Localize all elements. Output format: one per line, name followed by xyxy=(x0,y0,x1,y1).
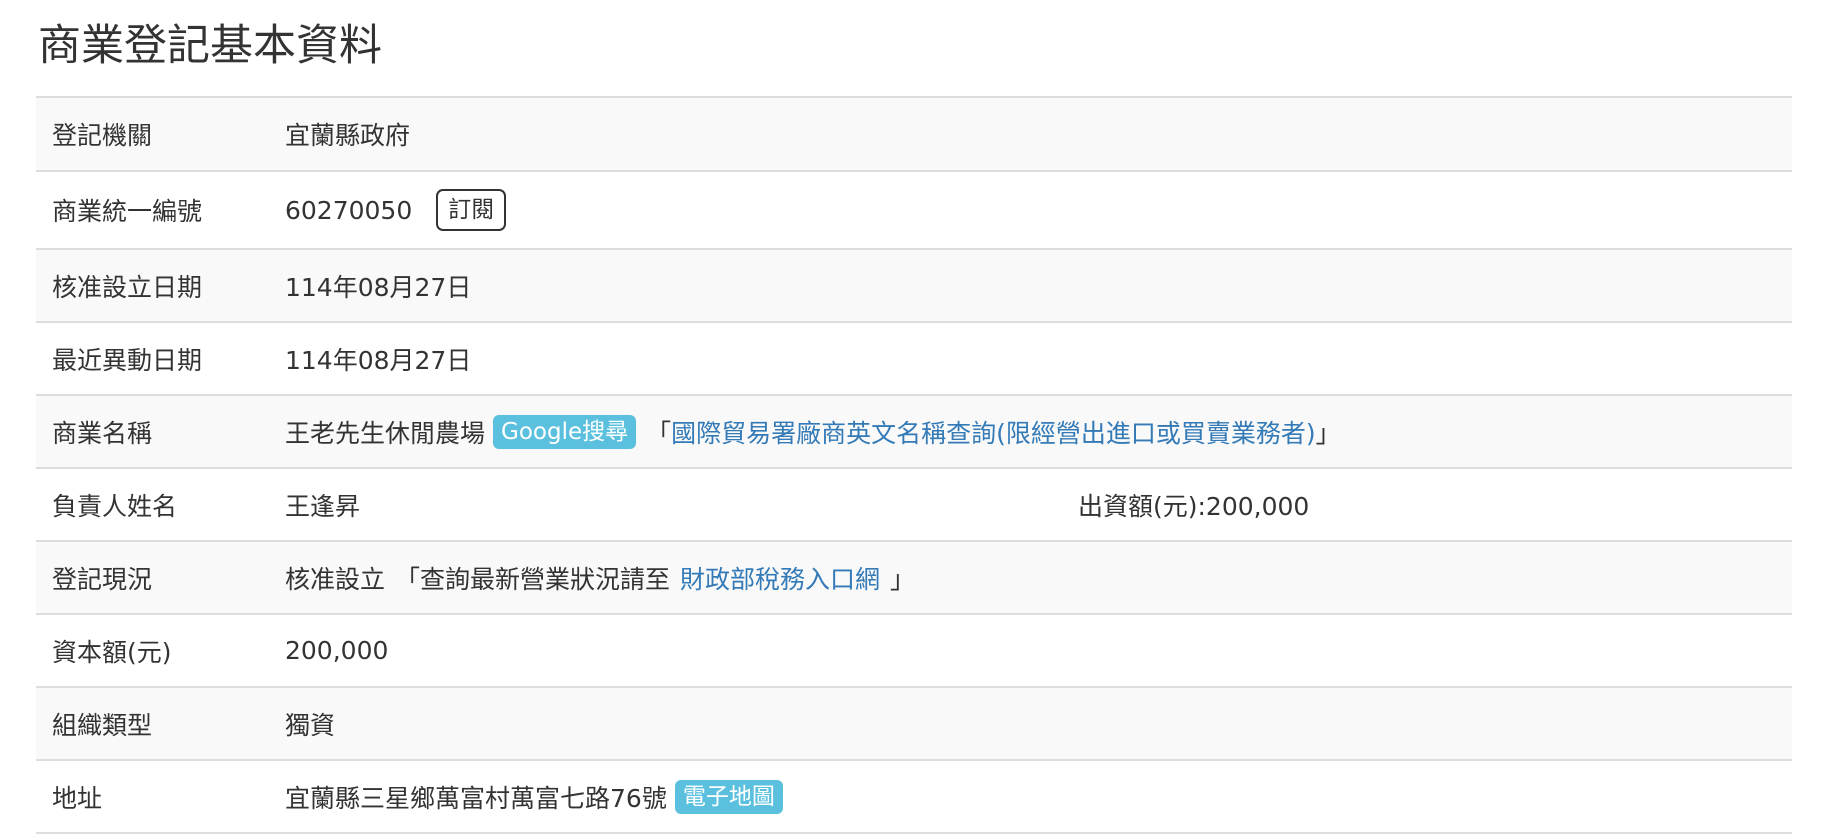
status-note-suffix: 」 xyxy=(890,564,916,594)
row-value: 獨資 xyxy=(285,706,1792,742)
row-value: 宜蘭縣政府 xyxy=(285,116,1792,152)
row-value: 60270050 訂閱 xyxy=(285,189,1792,231)
row-business-name: 商業名稱 王老先生休閒農場 Google搜尋 「 國際貿易署廠商英文名稱查詢(限… xyxy=(36,396,1792,469)
row-label: 資本額(元) xyxy=(52,637,172,667)
business-name-value: 王老先生休閒農場 xyxy=(285,418,486,448)
row-value: 宜蘭縣三星鄉萬富村萬富七路76號 電子地圖 xyxy=(285,779,1792,815)
owner-name-value: 王逢昇 xyxy=(285,491,361,521)
row-label: 負責人姓名 xyxy=(52,491,178,521)
row-label: 核准設立日期 xyxy=(52,272,203,302)
address-value: 宜蘭縣三星鄉萬富村萬富七路76號 xyxy=(285,783,667,813)
row-authority: 登記機關 宜蘭縣政府 xyxy=(36,98,1792,172)
ubn-value: 60270050 xyxy=(285,195,413,225)
bracket-open: 「 xyxy=(646,418,672,448)
row-label: 登記機關 xyxy=(52,121,153,150)
row-owner: 負責人姓名 王逢昇 出資額(元):200,000 xyxy=(36,469,1792,542)
google-search-button[interactable]: Google搜尋 xyxy=(493,414,637,449)
row-value: 王老先生休閒農場 Google搜尋 「 國際貿易署廠商英文名稱查詢(限經營出進口… xyxy=(285,414,1792,450)
bracket-close: 」 xyxy=(1315,418,1341,448)
row-ubn: 商業統一編號 60270050 訂閱 xyxy=(36,172,1792,250)
changed-date-value: 114年08月27日 xyxy=(285,345,472,375)
row-label: 登記現況 xyxy=(52,564,153,594)
row-changed-date: 最近異動日期 114年08月27日 xyxy=(36,323,1792,396)
row-status: 登記現況 核准設立 「查詢最新營業狀況請至 財政部稅務入口網 」 xyxy=(36,542,1792,615)
status-note-prefix: 「查詢最新營業狀況請至 xyxy=(395,564,671,594)
row-value: 114年08月27日 xyxy=(285,268,1792,304)
authority-value: 宜蘭縣政府 xyxy=(285,121,411,150)
row-label: 組織類型 xyxy=(52,710,153,740)
tax-portal-link[interactable]: 財政部稅務入口網 xyxy=(680,560,880,596)
founded-date-value: 114年08月27日 xyxy=(285,272,472,302)
business-info-table: 登記機關 宜蘭縣政府 商業統一編號 60270050 訂閱 核准設立日期 114… xyxy=(36,96,1792,834)
investment-amount: 出資額(元):200,000 xyxy=(1078,491,1310,521)
capital-value: 200,000 xyxy=(285,636,389,665)
row-label: 最近異動日期 xyxy=(52,345,203,375)
row-value: 200,000 xyxy=(285,636,1792,665)
row-founded-date: 核准設立日期 114年08月27日 xyxy=(36,250,1792,323)
map-button[interactable]: 電子地圖 xyxy=(674,779,783,814)
row-address: 地址 宜蘭縣三星鄉萬富村萬富七路76號 電子地圖 xyxy=(36,761,1792,834)
trade-english-name-link[interactable]: 國際貿易署廠商英文名稱查詢(限經營出進口或買賣業務者) xyxy=(671,414,1316,450)
row-label: 商業統一編號 xyxy=(52,197,203,226)
row-capital: 資本額(元) 200,000 xyxy=(36,615,1792,688)
row-value: 核准設立 「查詢最新營業狀況請至 財政部稅務入口網 」 xyxy=(285,560,1792,596)
row-label: 地址 xyxy=(52,783,103,813)
row-org-type: 組織類型 獨資 xyxy=(36,688,1792,761)
subscribe-button[interactable]: 訂閱 xyxy=(436,189,507,231)
page-title: 商業登記基本資料 xyxy=(38,21,382,71)
row-value: 114年08月27日 xyxy=(285,341,1792,377)
row-value: 王逢昇 xyxy=(285,487,1792,523)
row-label: 商業名稱 xyxy=(52,418,153,448)
status-value: 核准設立 xyxy=(285,564,386,594)
org-type-value: 獨資 xyxy=(285,710,336,740)
